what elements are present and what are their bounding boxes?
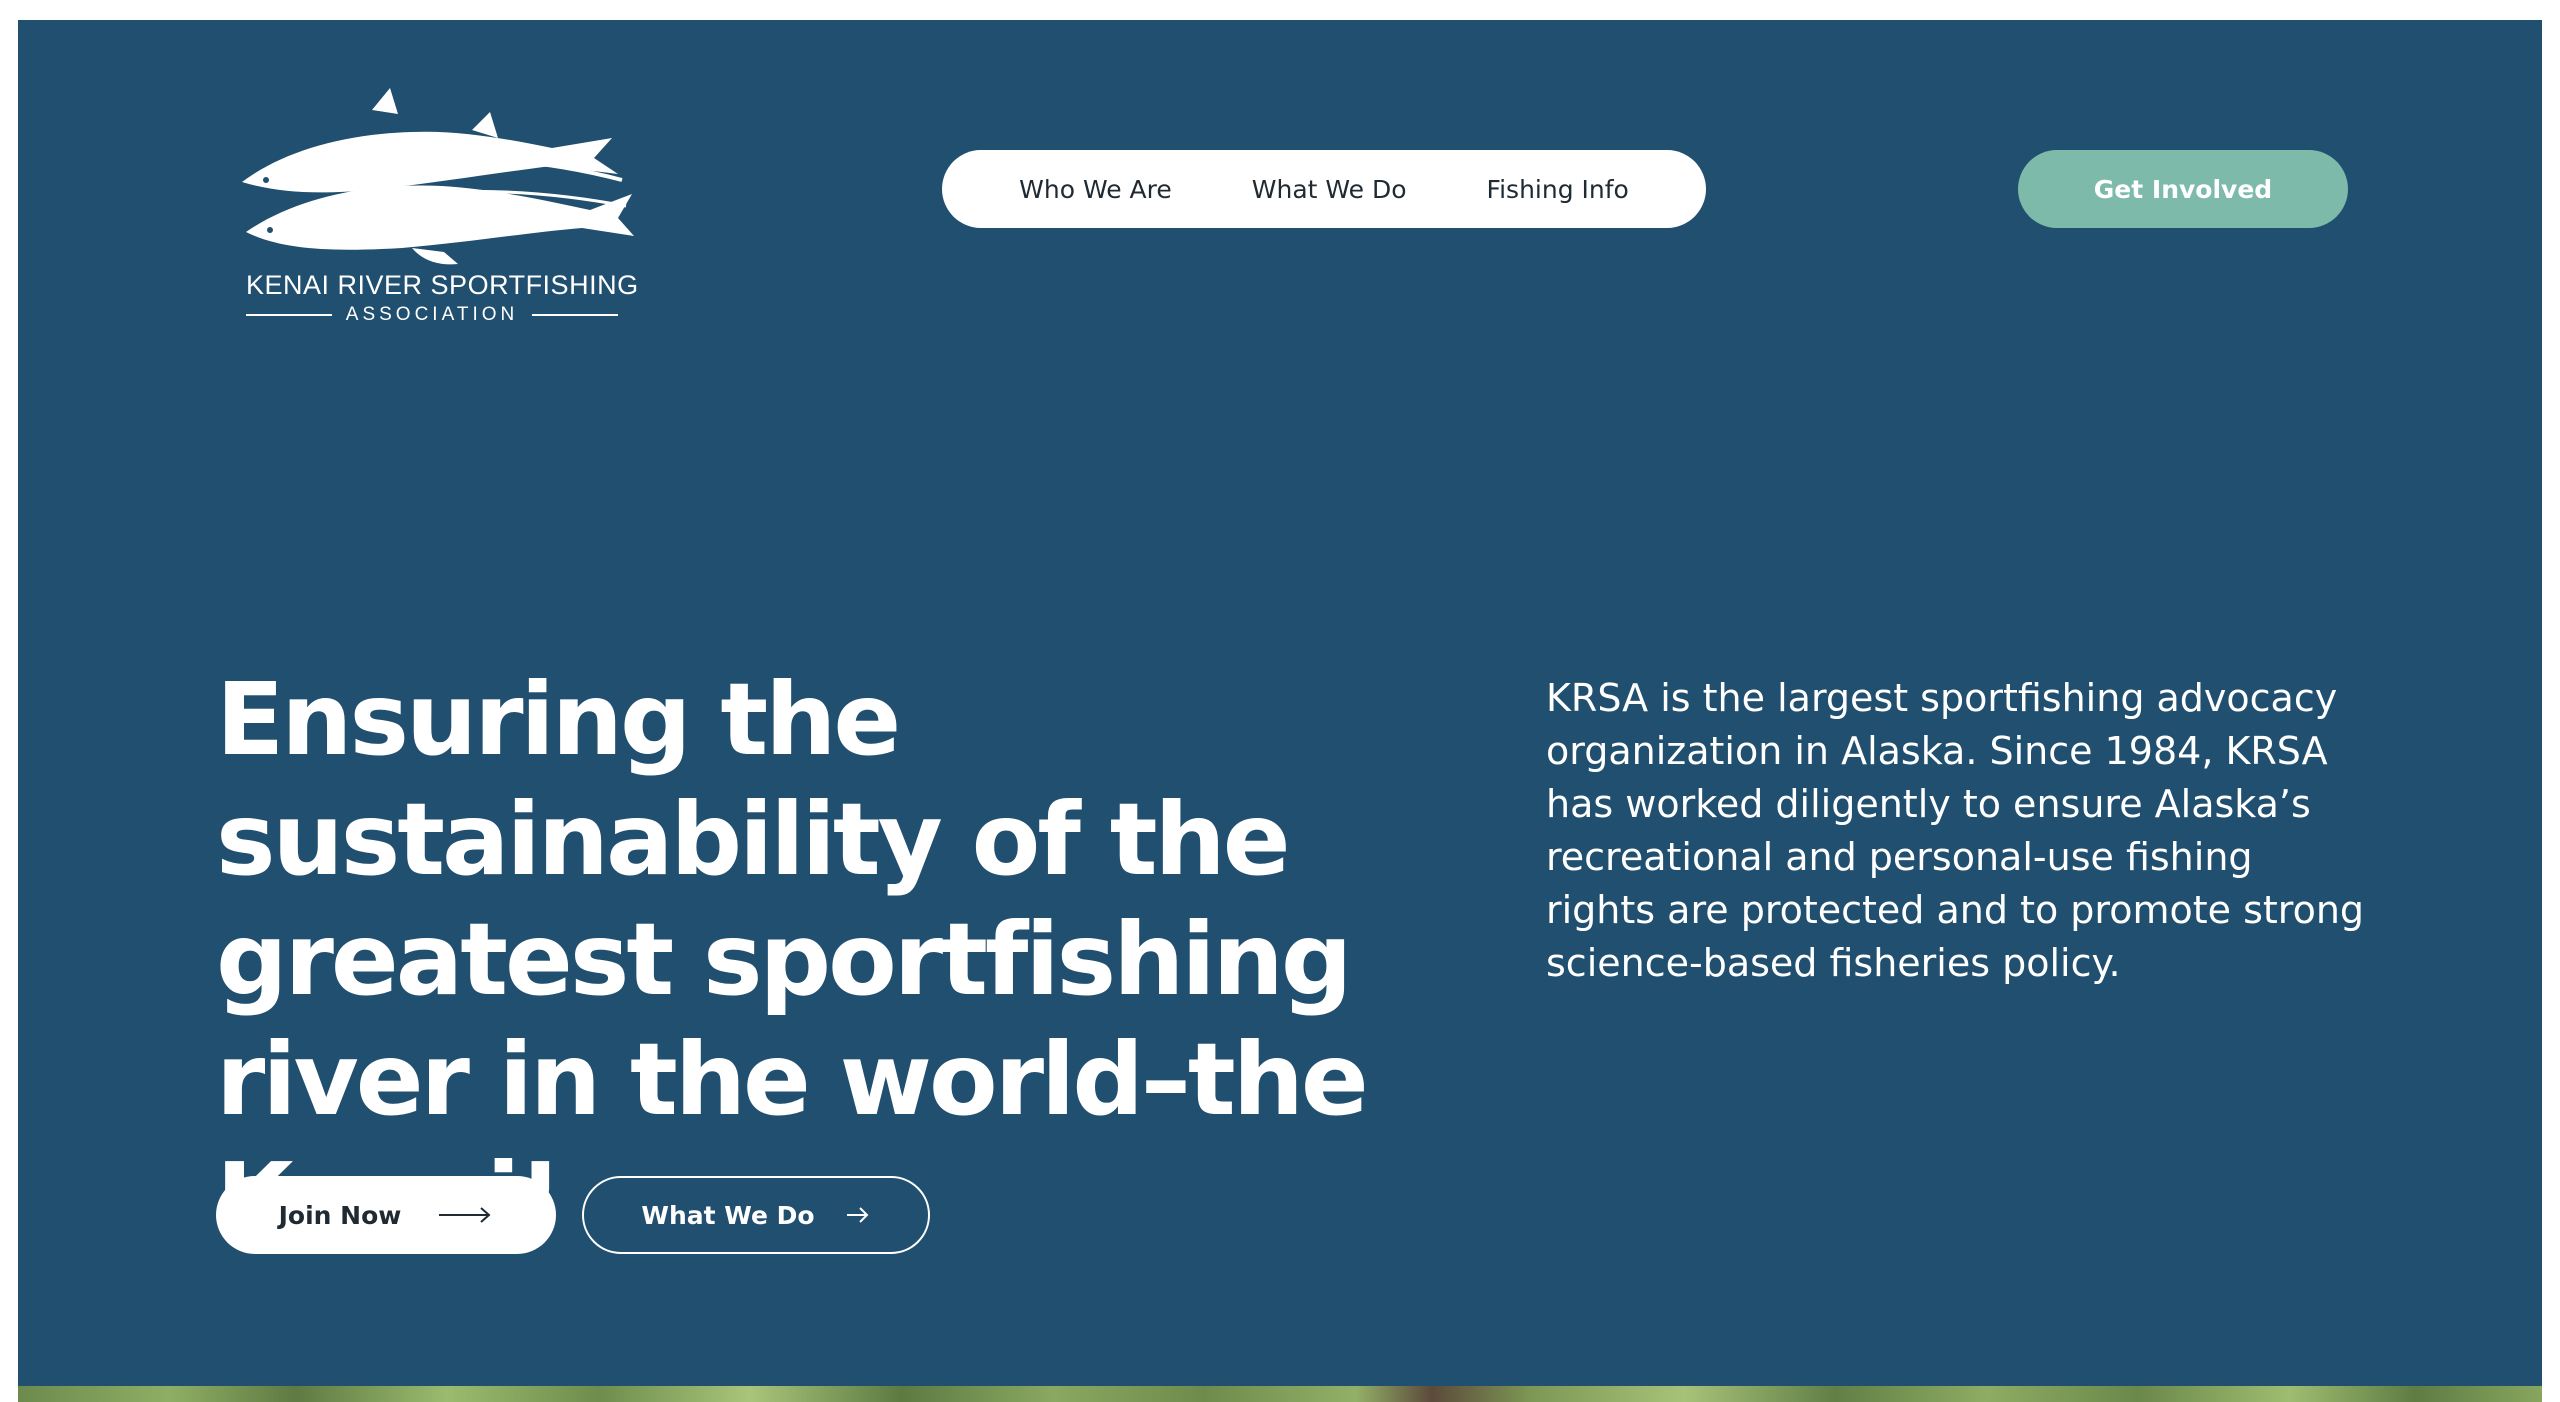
logo-subtitle-text: ASSOCIATION	[345, 304, 519, 325]
main-nav: Who We Are What We Do Fishing Info	[942, 150, 1706, 228]
page-frame: KENAI RIVER SPORTFISHING ASSOCIATION Who…	[18, 20, 2542, 1402]
long-arrow-right-icon	[439, 1207, 491, 1223]
what-we-do-button[interactable]: What We Do	[582, 1176, 930, 1254]
logo-rule-right	[532, 314, 619, 316]
nav-item-what-we-do[interactable]: What We Do	[1252, 175, 1407, 204]
join-now-button[interactable]: Join Now	[216, 1176, 556, 1254]
get-involved-button[interactable]: Get Involved	[2018, 150, 2348, 228]
arrow-right-icon	[846, 1207, 868, 1223]
hero-description: KRSA is the largest sportfishing advocac…	[1546, 676, 2365, 985]
salmon-logo-icon	[242, 88, 634, 265]
site-logo[interactable]: KENAI RIVER SPORTFISHING ASSOCIATION	[222, 82, 642, 332]
logo-subtitle: ASSOCIATION	[246, 304, 619, 326]
join-now-label: Join Now	[278, 1200, 402, 1230]
nav-item-who-we-are[interactable]: Who We Are	[1019, 175, 1172, 204]
logo-wordmark: KENAI RIVER SPORTFISHING	[246, 270, 639, 300]
logo-rule-left	[246, 314, 332, 316]
river-foliage-image	[18, 1386, 2542, 1402]
what-we-do-label: What We Do	[641, 1200, 815, 1230]
hero-title: Ensuring the sustainability of the great…	[216, 661, 1369, 1258]
nav-item-fishing-info[interactable]: Fishing Info	[1487, 175, 1629, 204]
